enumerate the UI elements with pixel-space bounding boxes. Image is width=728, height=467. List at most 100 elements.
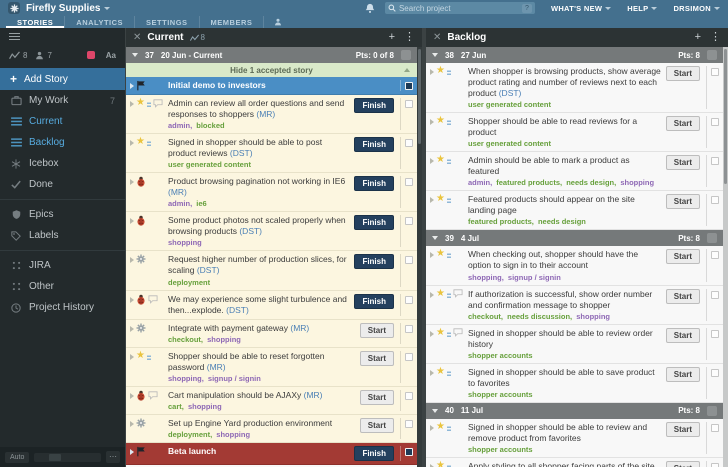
story-row[interactable]: Some product photos not scaled properly … [126,212,417,251]
story-label[interactable]: shopping [576,312,610,321]
story-checkbox[interactable] [711,251,719,259]
sidebar-item-labels[interactable]: Labels [0,225,125,246]
story-label[interactable]: shopping [188,402,222,411]
start-button[interactable]: Start [360,390,394,405]
expand-caret-icon[interactable] [430,292,434,298]
sidebar-item-current[interactable]: Current [0,111,125,132]
story-label[interactable]: shopping [620,178,654,187]
more-options-icon[interactable]: ⋯ [106,451,120,463]
project-name[interactable]: Firefly Supplies [26,3,100,14]
story-row[interactable]: ★If authorization is successful, show or… [426,286,723,325]
notifications-bell-icon[interactable] [365,3,375,14]
sidebar-item-project-history[interactable]: Project History [0,297,125,318]
story-label[interactable]: signup / signin [208,374,261,383]
start-button[interactable]: Start [666,66,700,81]
story-label[interactable]: ie6 [196,199,206,208]
story-row[interactable]: Set up Engine Yard production environmen… [126,415,417,443]
finish-button[interactable]: Finish [354,254,394,269]
story-label[interactable]: admin, [168,121,192,130]
story-row[interactable]: ★Apply styling to all shopper facing par… [426,458,723,467]
story-row[interactable]: ★Signed in shopper should be able to sav… [426,364,723,403]
story-row[interactable]: We may experience some slight turbulence… [126,291,417,320]
story-label[interactable]: featured products, [468,217,534,226]
panel-scrollbar[interactable] [417,47,422,467]
start-button[interactable]: Start [666,249,700,264]
expand-caret-icon[interactable] [430,331,434,337]
story-label[interactable]: needs design, [566,178,616,187]
start-button[interactable]: Start [666,422,700,437]
auto-width-button[interactable]: Auto [5,452,29,463]
expand-caret-icon[interactable] [130,218,134,224]
story-checkbox[interactable] [405,256,413,264]
story-row[interactable]: ★Shopper should be able to read reviews … [426,113,723,152]
story-label[interactable]: shopper accounts [468,351,533,360]
start-button[interactable]: Start [666,155,700,170]
start-button[interactable]: Start [666,116,700,131]
story-checkbox[interactable] [405,100,413,108]
members-count[interactable]: 7 [47,51,51,60]
story-checkbox[interactable] [711,369,719,377]
kebab-menu-icon[interactable]: ⋮ [404,32,415,43]
story-row[interactable]: Beta launchFinish [126,443,417,465]
story-label[interactable]: admin, [168,199,192,208]
expand-caret-icon[interactable] [130,326,134,332]
collapse-caret-icon[interactable] [432,409,438,413]
help-menu[interactable]: HELP [627,4,657,13]
user-menu[interactable]: DRSIMON [673,4,720,13]
sidebar-item-backlog[interactable]: Backlog [0,132,125,153]
story-checkbox[interactable] [711,463,719,467]
iteration-menu-icon[interactable] [707,233,717,243]
project-gear-icon[interactable] [8,2,20,14]
close-panel-icon[interactable]: ✕ [433,33,441,43]
expand-caret-icon[interactable] [430,425,434,431]
panel-scrollbar[interactable] [723,47,728,467]
collapse-caret-icon[interactable] [432,53,438,57]
expand-caret-icon[interactable] [130,449,134,455]
finish-button[interactable]: Finish [354,294,394,309]
panel-width-slider[interactable] [34,453,101,462]
start-button[interactable]: Start [666,461,700,467]
add-story-button[interactable]: + Add Story [0,68,125,90]
story-row[interactable]: ★Admin should be able to mark a product … [426,152,723,191]
story-label[interactable]: admin, [468,178,492,187]
story-row[interactable]: ★Admin can review all order questions an… [126,95,417,134]
sidebar-item-other[interactable]: Other [0,276,125,297]
story-checkbox[interactable] [711,157,719,165]
story-label[interactable]: shopping [168,238,202,247]
story-checkbox[interactable] [711,424,719,432]
story-label[interactable]: user generated content [168,160,251,169]
close-panel-icon[interactable]: ✕ [133,33,141,43]
story-checkbox[interactable] [711,291,719,299]
story-row[interactable]: ★When shopper is browsing products, show… [426,63,723,113]
expand-caret-icon[interactable] [430,370,434,376]
story-label[interactable]: needs design [538,217,586,226]
story-label[interactable]: shopping [207,335,241,344]
finish-button[interactable]: Finish [354,215,394,230]
story-label[interactable]: checkout, [168,335,203,344]
expand-caret-icon[interactable] [130,354,134,360]
start-button[interactable]: Start [666,367,700,382]
expand-caret-icon[interactable] [430,119,434,125]
scrollbar-thumb[interactable] [418,49,421,144]
collapse-caret-icon[interactable] [132,53,138,57]
story-checkbox[interactable] [405,217,413,225]
story-label[interactable]: shopper accounts [468,445,533,454]
add-icon[interactable]: + [389,32,395,43]
story-checkbox[interactable] [711,330,719,338]
tab-analytics[interactable]: ANALYTICS [64,16,134,28]
story-checkbox[interactable] [405,296,413,304]
tab-stories[interactable]: STORIES [6,16,64,28]
expand-caret-icon[interactable] [430,69,434,75]
expand-caret-icon[interactable] [130,421,134,427]
iteration-menu-icon[interactable] [401,50,411,60]
start-button[interactable]: Start [360,323,394,338]
kebab-menu-icon[interactable]: ⋮ [710,32,721,43]
story-row[interactable]: ★Signed in shopper should be able to rev… [426,325,723,364]
story-label[interactable]: user generated content [468,100,551,109]
expand-caret-icon[interactable] [430,158,434,164]
text-size-icon[interactable]: Aa [106,51,116,60]
story-row[interactable]: ★When checking out, shopper should have … [426,246,723,285]
story-checkbox[interactable] [405,178,413,186]
sidebar-item-jira[interactable]: JIRA [0,255,125,276]
add-icon[interactable]: + [695,32,701,43]
